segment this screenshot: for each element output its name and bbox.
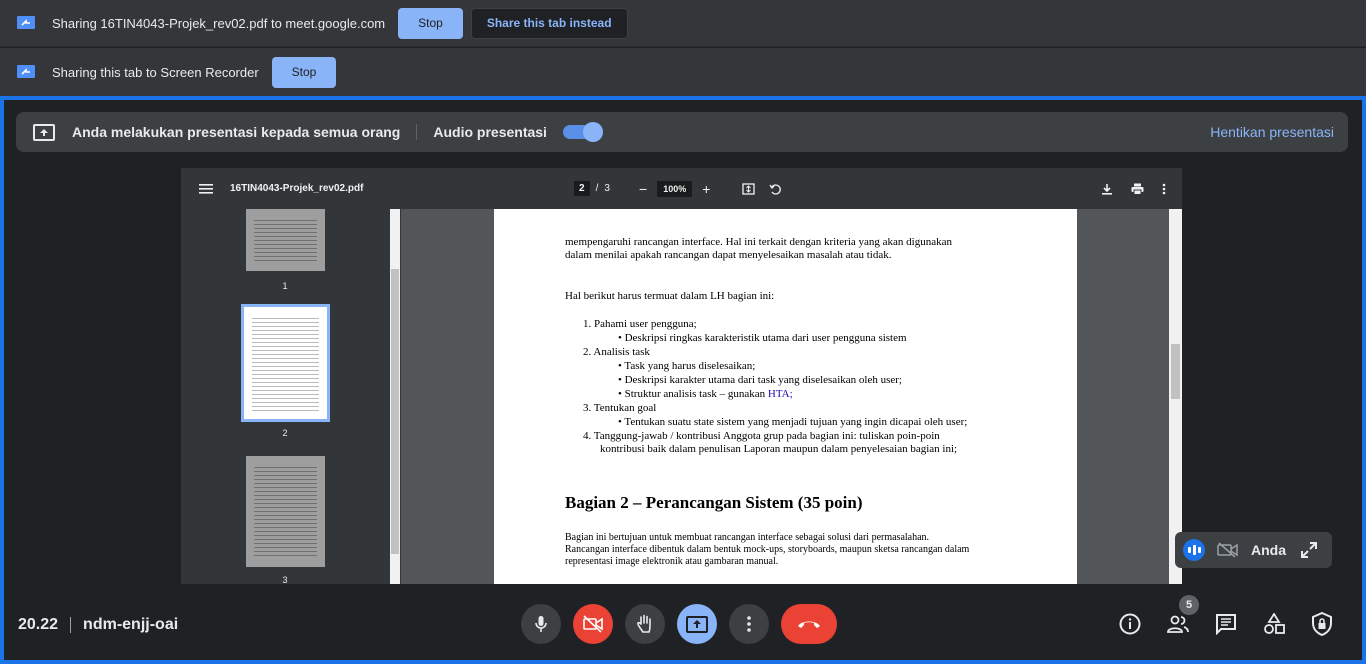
page-indicator: 2 / 3 (574, 181, 610, 196)
list-item: 1. Pahami user pengguna; (583, 318, 697, 330)
file-actions (1101, 183, 1166, 195)
people-button[interactable] (1166, 612, 1190, 636)
activities-icon (1264, 613, 1285, 634)
tab-sharing-bar: Sharing 16TIN4043-Projek_rev02.pdf to me… (0, 0, 1366, 47)
expand-icon[interactable] (1300, 541, 1318, 559)
sharing-status-text: Sharing 16TIN4043-Projek_rev02.pdf to me… (52, 15, 386, 31)
thumbnail-label: 3 (282, 575, 288, 584)
thumbnail-page-1[interactable] (246, 209, 325, 271)
raise-hand-button[interactable] (625, 604, 665, 644)
list-item: • Deskripsi karakter utama dari task yan… (618, 374, 902, 386)
list-item: kontribusi baik dalam penulisan Laporan … (600, 443, 958, 455)
stop-presenting-button[interactable]: Hentikan presentasi (1210, 124, 1334, 140)
sidebar-scrollbar[interactable] (390, 209, 400, 584)
list-item: • Deskripsi ringkas karakteristik utama … (618, 332, 907, 344)
meeting-details-button[interactable] (1118, 612, 1142, 636)
present-screen-icon (33, 123, 55, 141)
list-item: 4. Tanggung-jawab / kontribusi Anggota g… (583, 430, 940, 442)
audio-level-icon (1183, 539, 1205, 561)
list-text: • Struktur analisis task – gunakan (618, 388, 768, 400)
hand-icon (637, 614, 651, 633)
clock-time: 20.22 (18, 616, 59, 633)
participant-count-badge: 5 (1179, 595, 1199, 615)
thumbnail-page-3[interactable] (246, 456, 325, 567)
camera-off-icon (1217, 542, 1238, 558)
fit-page-icon[interactable] (742, 182, 755, 195)
list-item: • Struktur analisis task – gunakan HTA; (618, 388, 793, 402)
pdf-filename: 16TIN4043-Projek_rev02.pdf (230, 183, 364, 194)
thumbnail-label: 1 (282, 281, 288, 291)
recorder-status-text: Sharing this tab to Screen Recorder (52, 64, 259, 80)
presenting-banner: Anda melakukan presentasi kepada semua o… (16, 112, 1348, 152)
zoom-out-icon[interactable]: − (639, 181, 647, 197)
meeting-info: 20.22 ndm-enjj-oai (18, 616, 178, 634)
camera-off-icon (583, 615, 603, 633)
chat-button[interactable] (1214, 612, 1238, 636)
pdf-toolbar: 16TIN4043-Projek_rev02.pdf 2 / 3 − 100% … (181, 168, 1182, 209)
zoom-in-icon[interactable]: + (702, 181, 710, 197)
hta-link[interactable]: HTA; (768, 388, 793, 400)
hang-up-icon (798, 621, 820, 628)
thumbnail-label: 2 (282, 428, 288, 438)
divider (70, 617, 72, 633)
microphone-icon (535, 616, 547, 632)
activities-button[interactable] (1262, 612, 1286, 636)
download-icon[interactable] (1101, 183, 1113, 195)
list-item: • Task yang harus diselesaikan; (618, 360, 756, 372)
total-pages: 3 (604, 183, 610, 194)
zoom-level-input[interactable]: 100% (657, 180, 693, 197)
stop-sharing-button[interactable]: Stop (398, 7, 463, 39)
view-tools (742, 182, 782, 195)
menu-icon[interactable] (199, 183, 213, 195)
pdf-viewer: 16TIN4043-Projek_rev02.pdf 2 / 3 − 100% … (181, 168, 1182, 584)
section-heading: Bagian 2 – Perancangan Sistem (35 poin) (565, 493, 863, 512)
text-line: dalam menilai apakah rancangan dapat men… (565, 249, 892, 261)
screen-share-icon (17, 16, 35, 29)
divider (416, 124, 418, 140)
audio-presentation-toggle[interactable] (562, 122, 603, 142)
toggle-knob (582, 122, 603, 142)
leave-call-button[interactable] (781, 604, 837, 644)
self-name: Anda (1251, 542, 1286, 558)
share-this-tab-button[interactable]: Share this tab instead (470, 7, 628, 39)
screen-share-icon (17, 65, 35, 78)
list-item: 3. Tentukan goal (583, 402, 657, 414)
text-line: representasi image elektronik atau gamba… (565, 556, 779, 567)
present-screen-icon (686, 615, 708, 633)
present-now-button[interactable] (677, 604, 717, 644)
presenting-text: Anda melakukan presentasi kepada semua o… (72, 124, 401, 140)
camera-button[interactable] (573, 604, 613, 644)
self-view-tile[interactable]: Anda (1175, 532, 1332, 568)
text-line: Hal berikut harus termuat dalam LH bagia… (565, 290, 775, 302)
zoom-controls: − 100% + (639, 180, 710, 197)
page-number-input[interactable]: 2 (574, 181, 590, 196)
thumbnail-page-2[interactable] (241, 304, 330, 422)
print-icon[interactable] (1131, 183, 1144, 195)
chat-icon (1216, 614, 1236, 635)
thumbnail-sidebar: 1 2 3 (181, 209, 401, 584)
meeting-controls-bar: 20.22 ndm-enjj-oai (0, 600, 1366, 660)
shield-lock-icon (1312, 612, 1332, 636)
meeting-code: ndm-enjj-oai (83, 616, 179, 633)
document-scrollbar[interactable] (1169, 209, 1182, 584)
audio-presentation-label: Audio presentasi (433, 124, 547, 140)
rotate-icon[interactable] (769, 183, 782, 195)
info-icon (1119, 613, 1141, 635)
stop-recording-button[interactable]: Stop (271, 56, 337, 88)
more-options-button[interactable] (729, 604, 769, 644)
text-line: mempengaruhi rancangan interface. Hal in… (565, 236, 952, 248)
more-options-icon[interactable] (1162, 183, 1166, 195)
more-vert-icon (747, 616, 751, 632)
host-controls-button[interactable] (1310, 612, 1334, 636)
people-icon (1167, 615, 1189, 633)
list-item: 2. Analisis task (583, 346, 650, 358)
screen-recorder-bar: Sharing this tab to Screen Recorder Stop (0, 48, 1366, 96)
microphone-button[interactable] (521, 604, 561, 644)
pdf-page: mempengaruhi rancangan interface. Hal in… (494, 209, 1077, 584)
page-separator: / (595, 183, 599, 194)
list-item: • Tentukan suatu state sistem yang menja… (618, 416, 968, 428)
